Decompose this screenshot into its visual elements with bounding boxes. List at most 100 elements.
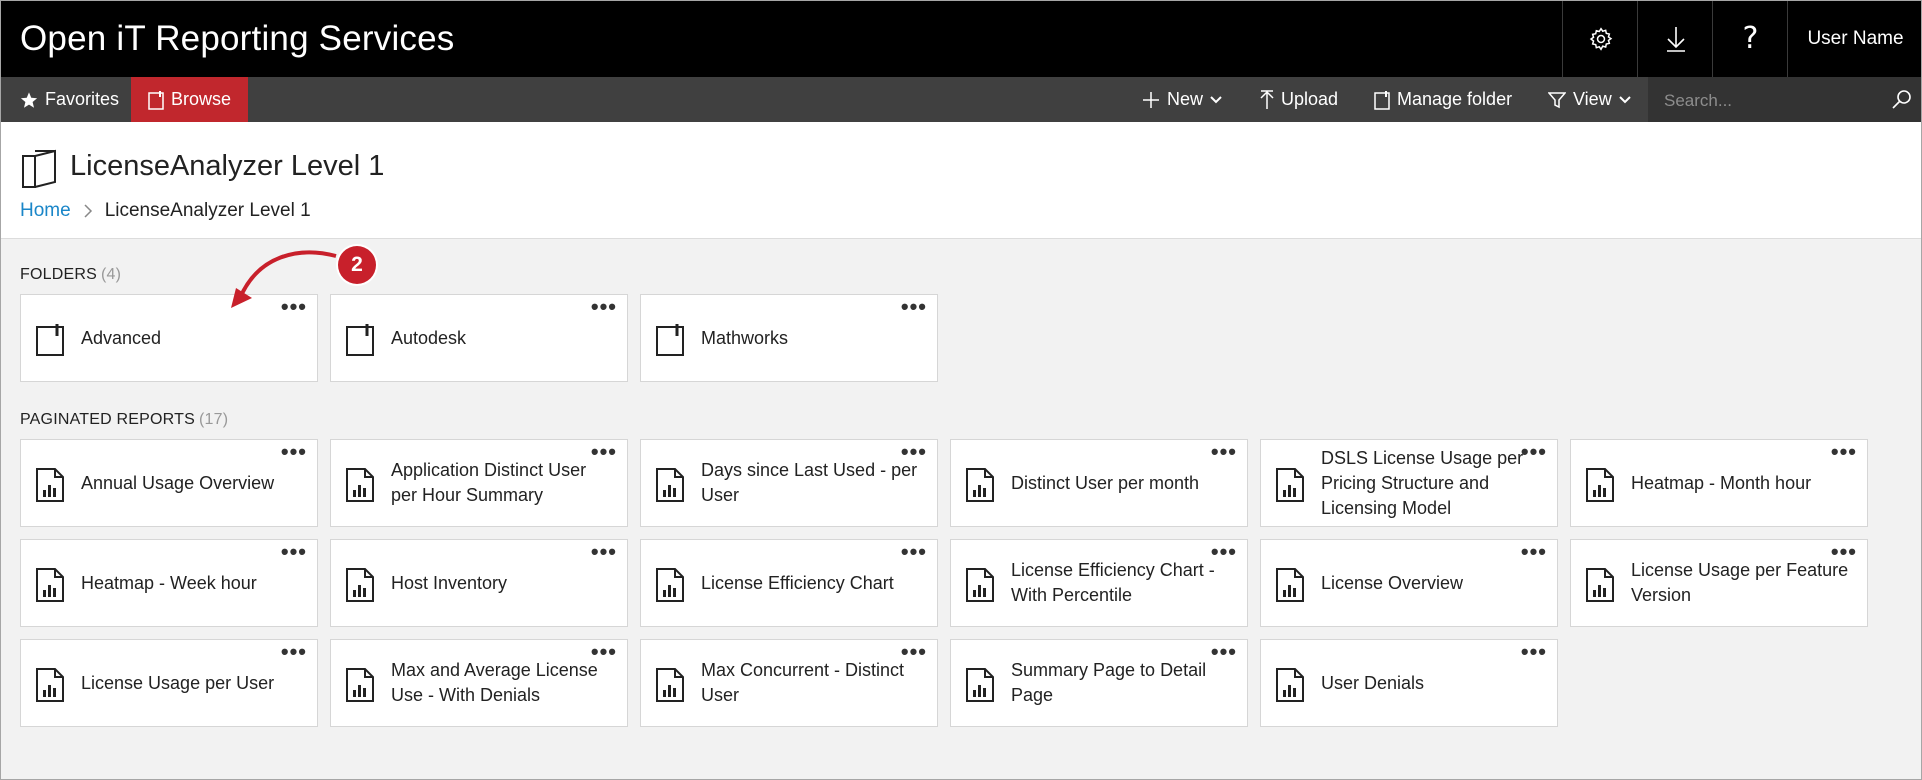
report-tile[interactable]: User Denials ••• (1260, 639, 1558, 727)
more-options-icon[interactable]: ••• (1831, 541, 1857, 563)
report-tile[interactable]: License Usage per User ••• (20, 639, 318, 727)
browse-label: Browse (170, 89, 232, 109)
report-icon (1276, 668, 1304, 702)
view-button[interactable]: View (1548, 77, 1631, 122)
search-icon[interactable] (1892, 89, 1912, 109)
manage-folder-button[interactable]: Manage folder (1374, 77, 1512, 122)
reports-count: (17) (199, 411, 229, 428)
chevron-down-icon (1618, 95, 1631, 103)
report-tile[interactable]: Max and Average License Use - With Denia… (330, 639, 628, 727)
browse-button[interactable]: Browse (131, 77, 248, 122)
report-tile[interactable]: Heatmap - Week hour ••• (20, 539, 318, 627)
download-icon (1666, 26, 1685, 52)
filter-icon (1548, 91, 1566, 108)
annotation-callout: 2 (338, 246, 376, 284)
more-options-icon[interactable]: ••• (591, 296, 617, 318)
breadcrumb-current: LicenseAnalyzer Level 1 (104, 200, 311, 221)
more-options-icon[interactable]: ••• (1521, 641, 1547, 663)
folder-icon (148, 90, 164, 110)
folder-icon (36, 324, 64, 356)
report-icon (656, 568, 684, 602)
search-box (1648, 77, 1922, 124)
folder-icon-wrap (655, 323, 685, 362)
report-icon-wrap (1585, 568, 1615, 607)
report-icon (966, 668, 994, 702)
report-label: License Usage per User (81, 672, 275, 693)
more-options-icon[interactable]: ••• (1831, 441, 1857, 463)
report-icon-wrap (965, 668, 995, 707)
more-options-icon[interactable]: ••• (1521, 541, 1547, 563)
more-options-icon[interactable]: ••• (901, 296, 927, 318)
more-options-icon[interactable]: ••• (591, 641, 617, 663)
user-menu[interactable]: User Name (1787, 0, 1922, 77)
plus-icon (1143, 91, 1159, 108)
report-tile[interactable]: License Overview ••• (1260, 539, 1558, 627)
report-icon (656, 668, 684, 702)
report-label: User Denials (1321, 672, 1425, 693)
more-options-icon[interactable]: ••• (281, 541, 307, 563)
new-label: New (1167, 89, 1204, 109)
favorites-button[interactable]: Favorites (20, 77, 119, 122)
more-options-icon[interactable]: ••• (591, 441, 617, 463)
folder-tile[interactable]: Mathworks ••• (640, 294, 938, 382)
report-tile[interactable]: License Efficiency Chart - With Percenti… (950, 539, 1248, 627)
report-icon-wrap (1585, 468, 1615, 507)
report-tile[interactable]: Host Inventory ••• (330, 539, 628, 627)
report-icon (1276, 468, 1304, 502)
report-label: Host Inventory (391, 572, 508, 593)
chevron-right-icon (84, 204, 92, 218)
report-icon-wrap (655, 468, 685, 507)
favorites-label: Favorites (45, 89, 120, 109)
report-icon (1276, 568, 1304, 602)
more-options-icon[interactable]: ••• (591, 541, 617, 563)
report-tile[interactable]: License Efficiency Chart ••• (640, 539, 938, 627)
report-tile[interactable]: License Usage per Feature Version ••• (1570, 539, 1868, 627)
report-label: Max Concurrent - Distinct User (701, 660, 905, 705)
report-icon-wrap (1275, 568, 1305, 607)
search-input[interactable] (1662, 77, 1886, 124)
report-icon-wrap (345, 568, 375, 607)
more-options-icon[interactable]: ••• (1521, 441, 1547, 463)
report-tile[interactable]: Heatmap - Month hour ••• (1570, 439, 1868, 527)
more-options-icon[interactable]: ••• (281, 441, 307, 463)
help-icon: ? (1742, 21, 1759, 56)
more-options-icon[interactable]: ••• (1211, 541, 1237, 563)
new-button[interactable]: New (1142, 77, 1222, 122)
folder-label: Autodesk (391, 327, 467, 348)
more-options-icon[interactable]: ••• (1211, 441, 1237, 463)
download-button[interactable] (1637, 0, 1713, 77)
more-options-icon[interactable]: ••• (901, 541, 927, 563)
report-tile[interactable]: Application Distinct User per Hour Summa… (330, 439, 628, 527)
report-tile[interactable]: Max Concurrent - Distinct User ••• (640, 639, 938, 727)
breadcrumb-home[interactable]: Home (20, 200, 71, 222)
folder-icon (1374, 90, 1390, 110)
folder-tile[interactable]: Autodesk ••• (330, 294, 628, 382)
report-tile[interactable]: Distinct User per month ••• (950, 439, 1248, 527)
upload-button[interactable]: Upload (1260, 77, 1338, 122)
report-tile[interactable]: Summary Page to Detail Page ••• (950, 639, 1248, 727)
report-tile[interactable]: DSLS License Usage per Pricing Structure… (1260, 439, 1558, 527)
settings-button[interactable] (1562, 0, 1638, 77)
report-label: Distinct User per month (1011, 472, 1200, 493)
more-options-icon[interactable]: ••• (901, 441, 927, 463)
report-icon-wrap (965, 468, 995, 507)
report-icon-wrap (345, 468, 375, 507)
report-tile[interactable]: Days since Last Used - per User ••• (640, 439, 938, 527)
report-label: Annual Usage Overview (81, 472, 275, 493)
folder-label: Mathworks (701, 327, 789, 348)
more-options-icon[interactable]: ••• (281, 641, 307, 663)
report-icon-wrap (965, 568, 995, 607)
report-label: Max and Average License Use - With Denia… (391, 660, 598, 705)
view-label: View (1573, 89, 1612, 109)
help-button[interactable]: ? (1712, 0, 1788, 77)
folder-icon (656, 324, 684, 356)
report-icon (346, 568, 374, 602)
report-label: License Overview (1321, 572, 1464, 593)
more-options-icon[interactable]: ••• (1211, 641, 1237, 663)
more-options-icon[interactable]: ••• (901, 641, 927, 663)
report-icon-wrap (655, 568, 685, 607)
report-icon (656, 468, 684, 502)
gear-icon (1589, 26, 1612, 51)
report-tile[interactable]: Annual Usage Overview ••• (20, 439, 318, 527)
report-icon (966, 468, 994, 502)
